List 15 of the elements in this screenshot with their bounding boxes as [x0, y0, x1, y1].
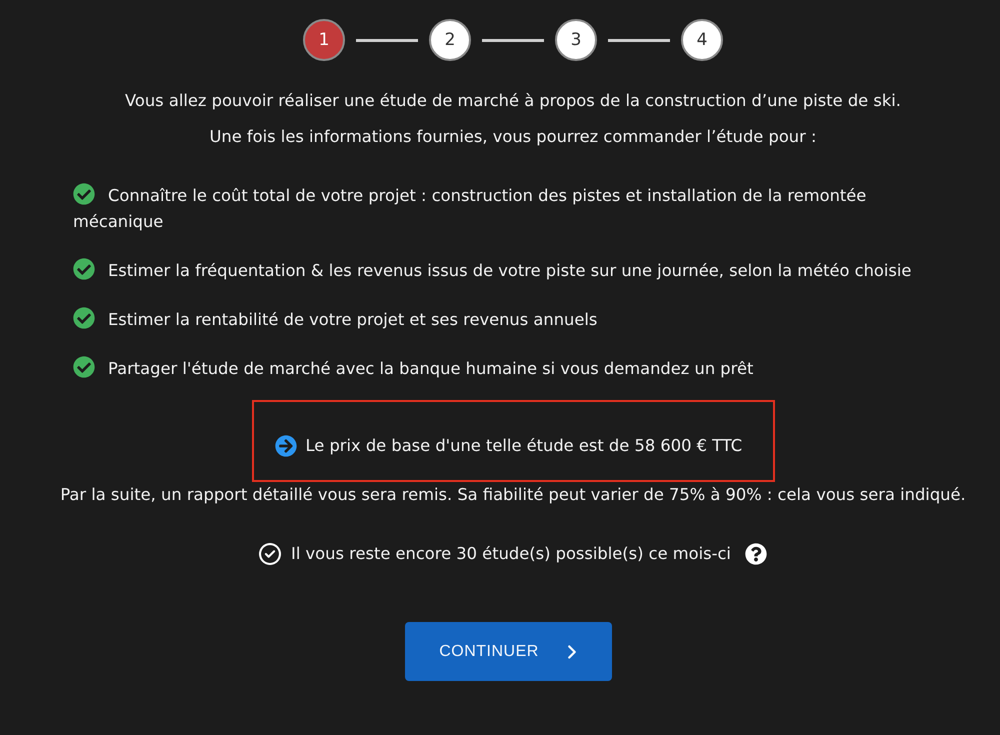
- intro-text: Une fois les informations fournies, vous pourrez commander l’étude pour :: [210, 126, 816, 148]
- benefit-text: Estimer la fréquentation & les revenus issus de votre piste sur une journée, selon la météo choisie: [108, 261, 912, 280]
- step-indicator: 2: [429, 19, 471, 61]
- step-indicator: 4: [681, 19, 723, 61]
- benefit-text: Estimer la rentabilité de votre projet et ses revenus annuels: [108, 310, 598, 329]
- continue-button[interactable]: CONTINUER: [404, 622, 612, 681]
- help-icon[interactable]: [744, 543, 767, 565]
- price-text: Le prix de base d'une telle étude est de 58 600 € TTC: [306, 435, 742, 457]
- step-indicator: 3: [555, 19, 597, 61]
- quota-text: Il vous reste encore 30 étude(s) possible(s) ce mois-ci: [291, 543, 731, 565]
- report-note: Par la suite, un rapport détaillé vous sera remis. Sa fiabilité peut varier de 75% à 90% : cela vous sera indiqué.: [60, 484, 966, 506]
- benefit-text: Partager l'étude de marché avec la banque humaine si vous demandez un prêt: [108, 359, 754, 378]
- benefit-text: Connaître le coût total de votre projet : construction des pistes et installation de la remontée mécanique: [73, 186, 866, 231]
- step-indicator: 1: [303, 19, 345, 61]
- intro-text: Vous allez pouvoir réaliser une étude de marché à propos de la construction d’une piste de ski.: [125, 90, 901, 112]
